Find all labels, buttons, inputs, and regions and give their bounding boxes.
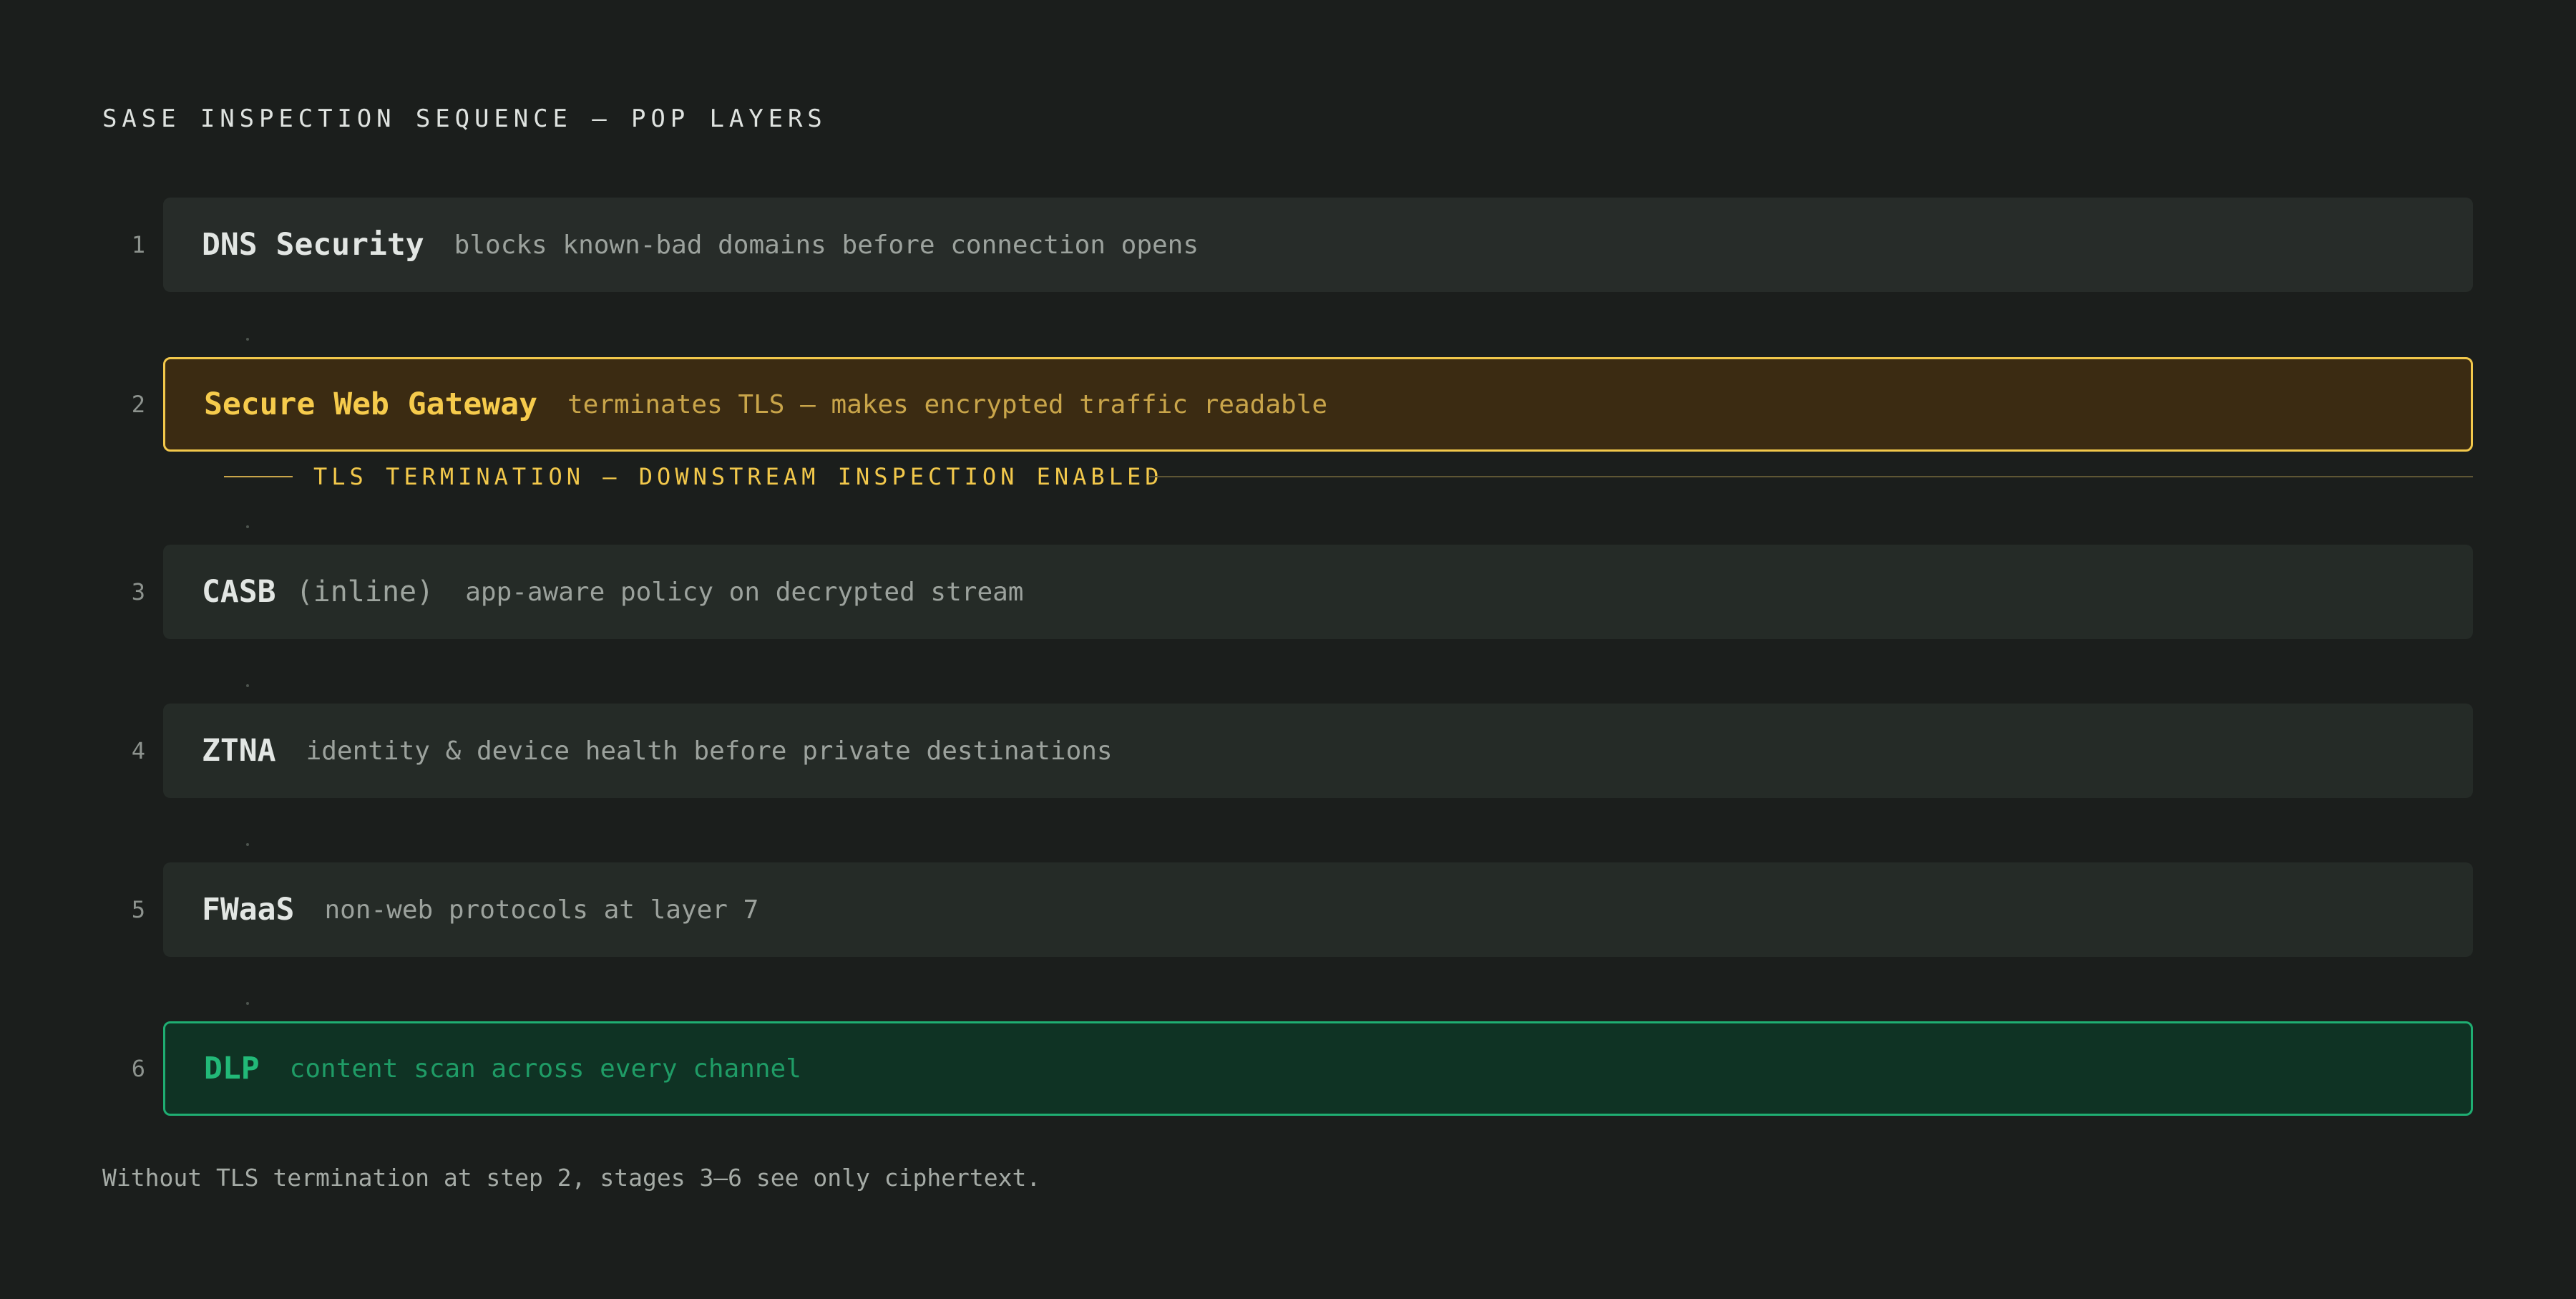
- step-secure-web-gateway: 2 Secure Web Gateway terminates TLS — ma…: [0, 357, 2576, 452]
- step-number: 6: [131, 1055, 145, 1082]
- layer-description: identity & device health before private …: [306, 736, 1113, 766]
- diagram-title: SASE INSPECTION SEQUENCE — POP LAYERS: [102, 104, 827, 133]
- banner-rule-left: [224, 476, 293, 477]
- connector-dot: [246, 525, 249, 528]
- layer-name: DLP: [204, 1051, 260, 1086]
- layer-description: content scan across every channel: [289, 1054, 801, 1084]
- layer-description: non-web protocols at layer 7: [324, 895, 759, 925]
- connector-dot: [246, 684, 249, 687]
- tls-termination-banner: TLS TERMINATION — DOWNSTREAM INSPECTION …: [224, 462, 2473, 491]
- step-dlp: 6 DLP content scan across every channel: [0, 1021, 2576, 1116]
- layer-tag: (inline): [296, 575, 434, 608]
- step-number: 4: [131, 737, 145, 764]
- layer-card-ztna[interactable]: ZTNA identity & device health before pri…: [163, 704, 2473, 798]
- step-number: 5: [131, 896, 145, 923]
- tls-banner-label: TLS TERMINATION — DOWNSTREAM INSPECTION …: [313, 463, 1163, 490]
- step-number: 2: [131, 391, 145, 418]
- banner-rule-right: [1148, 476, 2473, 477]
- step-ztna: 4 ZTNA identity & device health before p…: [0, 704, 2576, 798]
- layer-card-secure-web-gateway[interactable]: Secure Web Gateway terminates TLS — make…: [163, 357, 2473, 452]
- footnote: Without TLS termination at step 2, stage…: [102, 1164, 1041, 1192]
- layer-description: app-aware policy on decrypted stream: [465, 577, 1024, 607]
- layer-description: terminates TLS — makes encrypted traffic…: [567, 389, 1328, 419]
- layer-name: FWaaS: [202, 892, 295, 928]
- layer-card-dlp[interactable]: DLP content scan across every channel: [163, 1021, 2473, 1116]
- step-dns-security: 1 DNS Security blocks known-bad domains …: [0, 198, 2576, 292]
- connector-dot: [246, 843, 249, 846]
- layer-name: ZTNA: [202, 733, 276, 769]
- connector-dot: [246, 338, 249, 341]
- step-number: 3: [131, 578, 145, 605]
- layer-name: DNS Security: [202, 227, 424, 263]
- layer-name: Secure Web Gateway: [204, 386, 537, 422]
- layer-name: CASB: [202, 574, 276, 610]
- step-fwaas: 5 FWaaS non-web protocols at layer 7: [0, 862, 2576, 957]
- layer-card-fwaas[interactable]: FWaaS non-web protocols at layer 7: [163, 862, 2473, 957]
- step-number: 1: [131, 231, 145, 258]
- layer-card-casb[interactable]: CASB (inline) app-aware policy on decryp…: [163, 545, 2473, 639]
- step-casb: 3 CASB (inline) app-aware policy on decr…: [0, 545, 2576, 639]
- connector-dot: [246, 1002, 249, 1005]
- layer-card-dns-security[interactable]: DNS Security blocks known-bad domains be…: [163, 198, 2473, 292]
- layer-description: blocks known-bad domains before connecti…: [454, 230, 1199, 260]
